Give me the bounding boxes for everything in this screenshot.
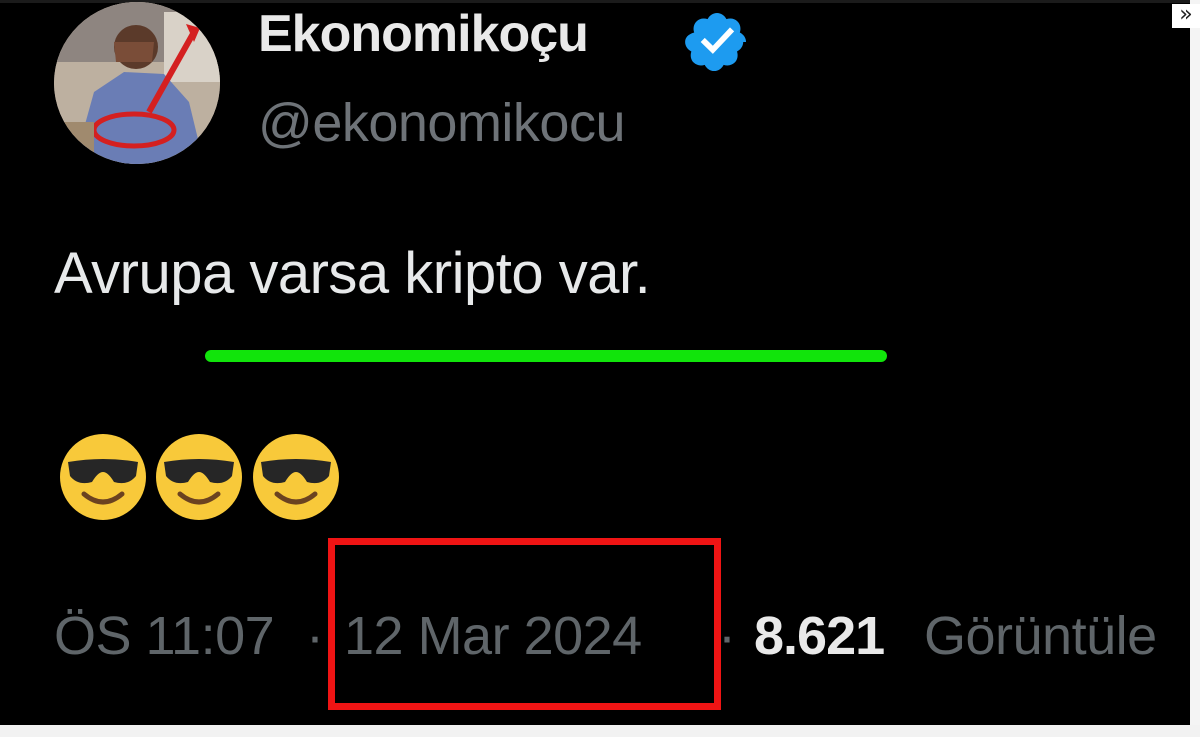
image-bottom-border bbox=[0, 725, 1200, 737]
green-highlight-underline bbox=[205, 350, 887, 362]
smiling-face-with-sunglasses-icon bbox=[156, 434, 242, 520]
user-handle[interactable]: @ekonomikocu bbox=[258, 92, 626, 154]
avatar-photo bbox=[54, 2, 220, 164]
tweet-time[interactable]: ÖS 11:07 bbox=[54, 605, 275, 667]
avatar[interactable] bbox=[54, 2, 220, 164]
image-right-border bbox=[1190, 0, 1200, 725]
views-label: Görüntüle bbox=[924, 606, 1157, 666]
tweet-date[interactable]: 12 Mar 2024 bbox=[344, 605, 642, 667]
smiling-face-with-sunglasses-icon bbox=[253, 434, 339, 520]
meta-separator: · bbox=[306, 606, 324, 666]
smiling-face-with-sunglasses-icon bbox=[60, 434, 146, 520]
verified-badge-icon bbox=[685, 12, 747, 72]
tweet-text: Avrupa varsa kripto var. bbox=[54, 241, 651, 306]
image-top-border bbox=[0, 0, 1200, 3]
meta-separator: · bbox=[718, 606, 736, 666]
double-chevron-right-icon[interactable]: » bbox=[1172, 4, 1200, 28]
display-name[interactable]: Ekonomikoçu bbox=[258, 4, 589, 64]
views-count: 8.621 bbox=[754, 606, 885, 666]
